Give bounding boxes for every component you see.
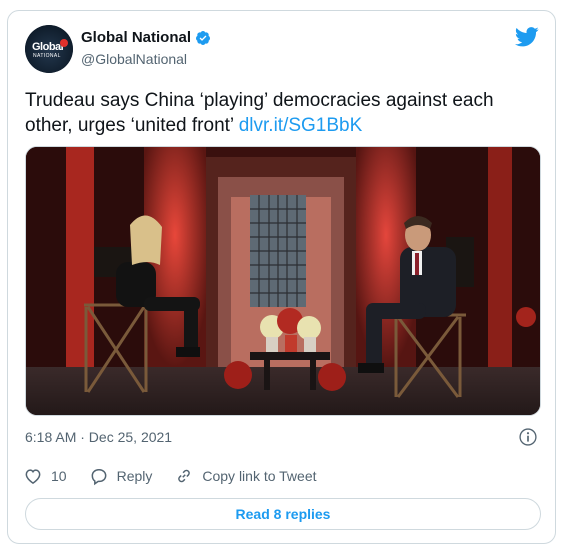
tweet-media-image[interactable] — [25, 146, 541, 416]
avatar-logo-text: Global — [32, 41, 64, 53]
like-count: 10 — [51, 468, 67, 484]
author-handle[interactable]: @GlobalNational — [81, 51, 187, 67]
reply-label: Reply — [116, 468, 153, 484]
read-replies-button[interactable]: Read 8 replies — [25, 498, 541, 530]
tweet-text: Trudeau says China ‘playing’ democracies… — [25, 88, 535, 138]
reply-bubble-icon — [91, 469, 106, 486]
like-button[interactable]: 10 — [23, 466, 67, 486]
tweet-card: Global NATIONAL Global National @GlobalN… — [7, 10, 556, 544]
tweet-actions: 10 Reply Copy link to Tweet — [23, 466, 339, 486]
author-display-name[interactable]: Global National — [81, 29, 191, 46]
twitter-bird-icon[interactable] — [515, 27, 539, 47]
tweet-link[interactable]: dlvr.it/SG1BbK — [239, 115, 363, 136]
avatar-logo-dot — [60, 39, 68, 47]
tweet-timestamp[interactable]: 6:18 AM · Dec 25, 2021 — [25, 429, 172, 445]
reply-button[interactable]: Reply — [89, 466, 153, 486]
author-name-row: Global National — [81, 29, 211, 46]
link-icon — [178, 469, 191, 483]
info-icon[interactable] — [518, 427, 538, 447]
copy-link-button[interactable]: Copy link to Tweet — [174, 466, 317, 486]
verified-badge-icon — [196, 30, 211, 45]
read-replies-label: Read 8 replies — [235, 506, 331, 522]
avatar[interactable]: Global NATIONAL — [25, 25, 73, 73]
copy-link-label: Copy link to Tweet — [202, 468, 317, 484]
avatar-logo-subtext: NATIONAL — [33, 53, 61, 59]
heart-icon — [25, 469, 41, 484]
interview-photo — [26, 147, 540, 415]
